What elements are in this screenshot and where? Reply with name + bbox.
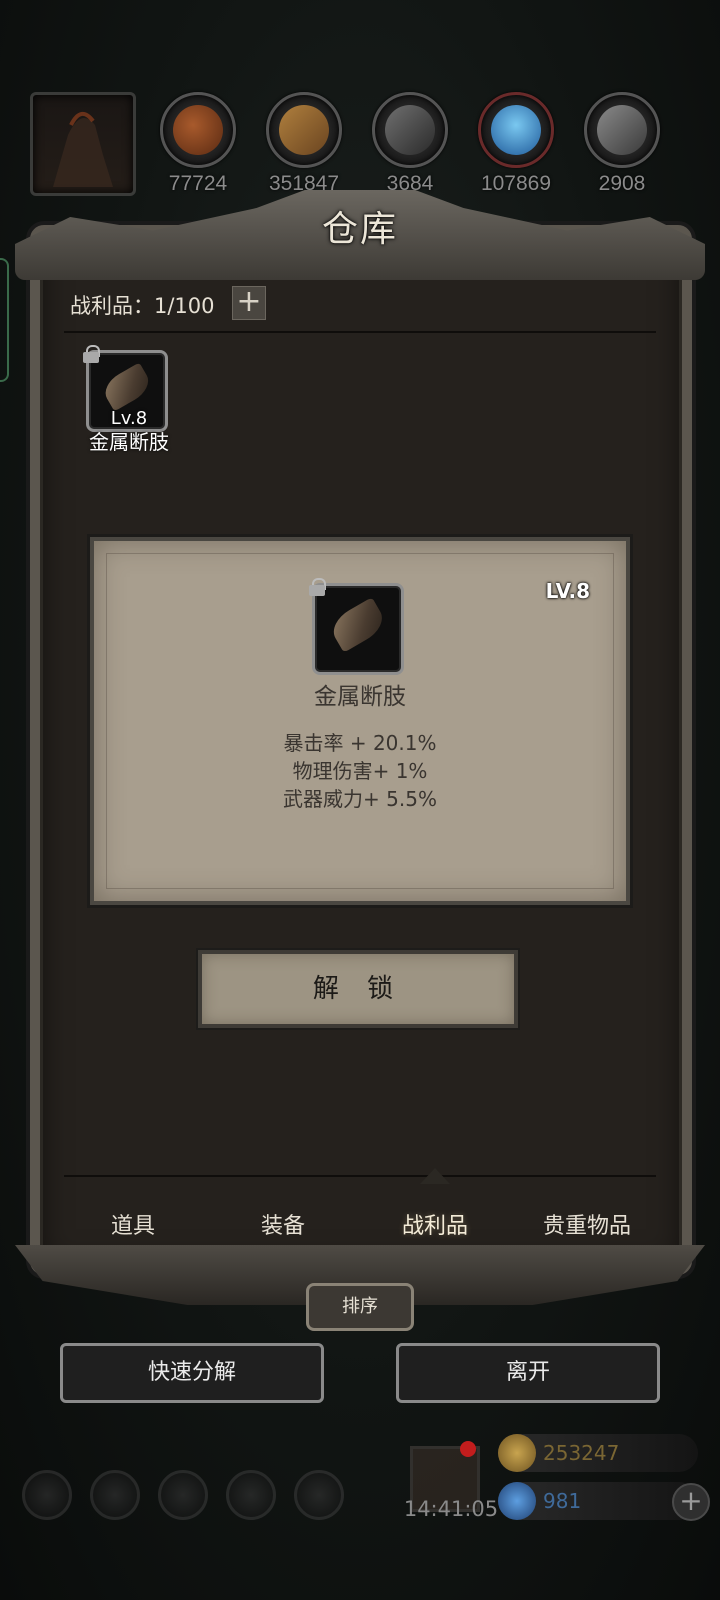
wood-icon <box>279 105 329 155</box>
tab-loot[interactable]: 战利品 <box>360 1208 510 1240</box>
resource-iron[interactable]: 3684 <box>370 92 450 202</box>
stat-physical-damage: 物理伤害+ 1% <box>292 759 428 783</box>
iron-icon <box>385 105 435 155</box>
clock-time: 14:41:05 <box>403 1497 499 1521</box>
mail-icon[interactable] <box>226 1470 276 1520</box>
tab-divider <box>64 1175 656 1177</box>
tab-valuables[interactable]: 贵重物品 <box>512 1208 662 1240</box>
panel-title: 仓库 <box>321 209 398 250</box>
detail-level: LV.8 <box>545 579 590 603</box>
gem-icon <box>498 1482 536 1520</box>
achievement-icon[interactable] <box>90 1470 140 1520</box>
resource-ingot-value: 2908 <box>598 172 646 195</box>
item-name: 金属断肢 <box>89 430 169 454</box>
loot-capacity: 战利品：1/100 <box>70 294 215 318</box>
guild-icon[interactable] <box>158 1470 208 1520</box>
gem-amount: 981 <box>543 1489 582 1513</box>
resource-meat-value: 77724 <box>168 172 228 195</box>
metal-limb-icon <box>327 596 389 653</box>
lock-icon <box>83 345 100 363</box>
meat-icon <box>173 105 223 155</box>
item-detail-card: LV.8 金属断肢 暴击率 + 20.1% 物理伤害+ 1% 武器威力+ 5.5… <box>90 537 630 905</box>
stat-crit-rate: 暴击率 + 20.1% <box>283 731 437 755</box>
add-capacity-button[interactable]: + <box>232 286 266 320</box>
side-tab[interactable] <box>0 258 9 382</box>
settings-gear-icon[interactable] <box>22 1470 72 1520</box>
add-currency-button[interactable]: + <box>672 1483 710 1521</box>
hooded-figure-icon <box>53 112 113 187</box>
notification-dot <box>460 1441 476 1457</box>
lock-icon <box>309 578 326 596</box>
resource-wood[interactable]: 351847 <box>264 92 344 202</box>
ingot-icon <box>597 105 647 155</box>
chat-icon[interactable] <box>294 1470 344 1520</box>
quick-decompose-button[interactable]: 快速分解 <box>60 1343 324 1403</box>
crystal-icon <box>491 105 541 155</box>
unlock-button[interactable]: 解 锁 <box>198 950 518 1028</box>
resource-meat[interactable]: 77724 <box>158 92 238 202</box>
metal-limb-icon <box>99 362 155 412</box>
detail-item-icon <box>309 578 404 675</box>
gold-coin-icon <box>498 1434 536 1472</box>
tab-items[interactable]: 道具 <box>58 1208 208 1240</box>
divider <box>64 331 656 333</box>
tab-equipment[interactable]: 装备 <box>208 1208 358 1240</box>
stat-weapon-power: 武器威力+ 5.5% <box>283 787 437 811</box>
resource-crystal[interactable]: 107869 <box>476 92 556 202</box>
resource-ingot[interactable]: 2908 <box>582 92 662 202</box>
hero-portrait[interactable] <box>30 92 136 196</box>
gold-amount: 253247 <box>543 1441 620 1465</box>
detail-name: 金属断肢 <box>314 684 406 710</box>
resource-crystal-value: 107869 <box>480 172 552 195</box>
leave-button[interactable]: 离开 <box>396 1343 660 1403</box>
sort-button[interactable]: 排序 <box>306 1283 414 1331</box>
